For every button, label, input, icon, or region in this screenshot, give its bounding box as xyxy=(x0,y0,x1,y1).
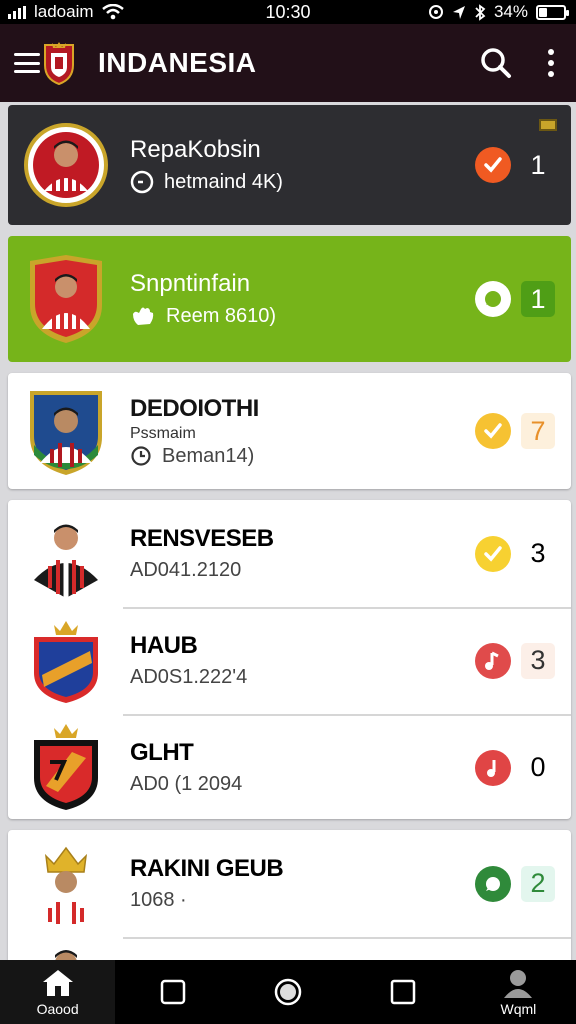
square-icon xyxy=(390,979,416,1005)
chat-icon[interactable] xyxy=(475,281,511,317)
player-avatar xyxy=(24,119,108,211)
club-code: 1068 · xyxy=(130,889,187,911)
club-name: RAKINI GEUB xyxy=(130,855,284,882)
player-subtitle: Beman14) xyxy=(162,444,255,467)
club-name: GLHT xyxy=(130,739,194,766)
home-icon xyxy=(42,969,73,996)
menu-icon[interactable] xyxy=(14,53,40,73)
count-badge: 3 xyxy=(521,642,555,679)
count-badge: 2 xyxy=(521,865,555,902)
nav-tab-3[interactable] xyxy=(230,960,345,1024)
check-icon[interactable] xyxy=(475,413,511,449)
nav-label: Oaood xyxy=(36,1000,79,1017)
player-subtitle: hetmaind 4K) xyxy=(164,170,283,193)
app-bar: INDANESIA xyxy=(0,24,576,102)
clock-time: 10:30 xyxy=(265,1,311,22)
nav-label: Wqml xyxy=(500,1000,537,1017)
club-code: AD0S1.222'4 xyxy=(130,666,248,688)
status-bar: ladoaim 10:30 34% xyxy=(0,0,576,24)
player-list: RepaKobsin hetmaind 4K) 1 Snpntinfain Re… xyxy=(0,102,576,960)
player-avatar xyxy=(24,508,108,600)
list-item[interactable]: GLHT AD0 (1 2094 0 xyxy=(8,714,571,821)
player-avatar xyxy=(24,385,108,477)
list-item[interactable]: HAUB AD0S1.222'4 3 xyxy=(8,607,571,714)
club-crest xyxy=(24,615,108,707)
music-note-icon[interactable] xyxy=(475,749,511,786)
person-icon xyxy=(504,969,533,998)
flag-icon xyxy=(539,119,557,131)
check-icon[interactable] xyxy=(475,535,511,572)
more-vert-icon[interactable] xyxy=(548,49,554,77)
nav-tab-4[interactable] xyxy=(346,960,461,1024)
club-crest-icon xyxy=(44,42,74,85)
club-group: RAKINI GEUB 1068 · 2 xyxy=(8,830,571,960)
battery-icon xyxy=(536,4,569,20)
club-group: RENSVESEB AD041.2120 3 HAUB AD0S1.222'4 … xyxy=(8,500,571,819)
count-badge: 7 xyxy=(521,413,555,449)
count-badge: 1 xyxy=(530,149,546,180)
list-item[interactable]: DEDOIOTHI Pssmaim Beman14) 7 xyxy=(8,373,571,489)
player-avatar xyxy=(24,838,108,930)
nav-home[interactable]: Oaood xyxy=(0,960,116,1024)
count-badge: 1 xyxy=(521,281,555,317)
list-item-selected[interactable]: Snpntinfain Reem 8610) 1 xyxy=(8,236,571,362)
player-subtitle: Reem 8610) xyxy=(166,304,277,327)
player-role: Pssmaim xyxy=(130,424,196,442)
player-name: Snpntinfain xyxy=(130,270,251,297)
circle-icon xyxy=(274,978,302,1006)
player-avatar xyxy=(55,950,77,960)
club-name: HAUB xyxy=(130,632,198,659)
list-item[interactable]: RAKINI GEUB 1068 · 2 xyxy=(8,830,571,937)
nav-profile[interactable]: Wqml xyxy=(461,960,576,1024)
wifi-icon xyxy=(101,4,124,20)
hand-icon xyxy=(133,307,154,325)
battery-percent: 34% xyxy=(493,2,528,21)
nav-tab-2[interactable] xyxy=(115,960,230,1024)
chat-icon[interactable] xyxy=(475,865,511,902)
bluetooth-icon xyxy=(475,3,486,21)
list-item[interactable]: RENSVESEB AD041.2120 3 xyxy=(8,500,571,607)
count-badge: 3 xyxy=(530,538,546,568)
check-icon[interactable] xyxy=(475,147,511,183)
signal-icon xyxy=(8,5,26,19)
music-note-icon[interactable] xyxy=(475,642,511,679)
clock-icon xyxy=(130,170,154,194)
club-name: RENSVESEB xyxy=(130,525,274,552)
carrier-name: ladoaim xyxy=(34,2,94,21)
player-avatar xyxy=(24,253,108,345)
search-icon[interactable] xyxy=(480,47,512,79)
alarm-icon xyxy=(428,5,443,19)
club-crest xyxy=(24,722,108,814)
player-name: RepaKobsin xyxy=(130,136,261,163)
bottom-nav: Oaood Wqml xyxy=(0,960,576,1024)
player-name: DEDOIOTHI xyxy=(130,394,259,422)
count-badge: 0 xyxy=(530,752,546,782)
square-icon xyxy=(160,979,186,1005)
club-code: AD041.2120 xyxy=(130,559,242,581)
list-item-partial[interactable] xyxy=(8,937,571,960)
app-title: INDANESIA xyxy=(98,47,257,78)
list-item[interactable]: RepaKobsin hetmaind 4K) 1 xyxy=(8,105,571,225)
club-code: AD0 (1 2094 xyxy=(130,773,243,795)
location-icon xyxy=(452,6,465,19)
clock-icon xyxy=(131,446,151,466)
